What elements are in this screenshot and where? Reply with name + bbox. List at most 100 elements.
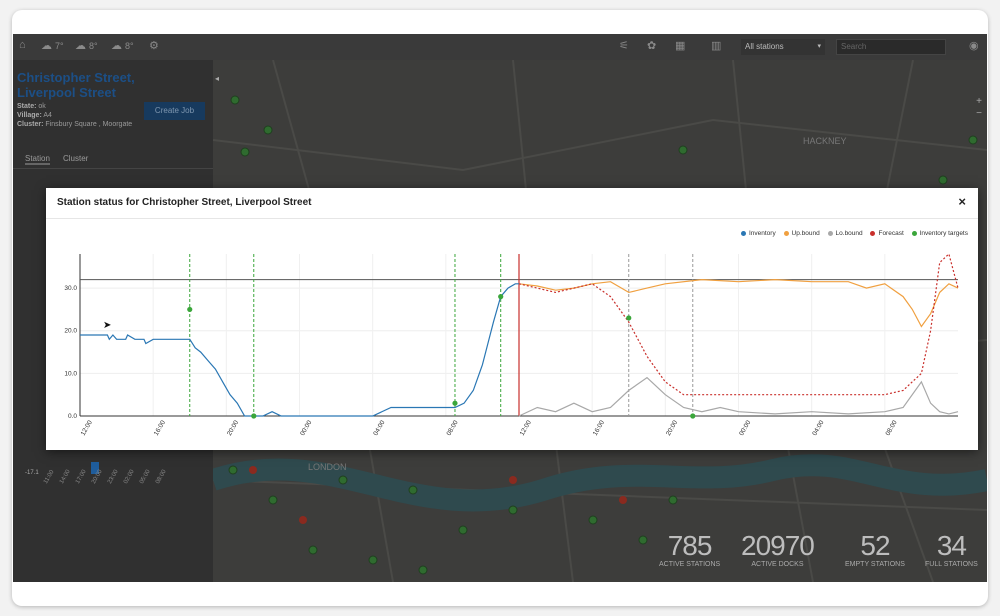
target-point	[187, 306, 193, 313]
stat-label: FULL STATIONS	[925, 561, 978, 568]
zoom-out-icon[interactable]: −	[973, 108, 985, 120]
legend-item[interactable]: Forecast	[870, 230, 904, 237]
legend-dot	[911, 230, 917, 236]
weather-temp: 8°	[125, 41, 134, 51]
home-icon[interactable]: ⌂	[19, 39, 26, 51]
chevron-down-icon: ▾	[817, 43, 821, 50]
zoom-in-icon[interactable]: +	[973, 96, 985, 108]
mini-chart-tick: 02:00	[123, 468, 136, 485]
stat-value: 20970	[741, 530, 815, 561]
cluster-value: Finsbury Square , Moorgate	[45, 121, 133, 128]
stat-value: 34	[936, 530, 967, 561]
stat-active-docks: 20970 ACTIVE DOCKS	[741, 530, 815, 569]
stat-value: 785	[667, 530, 713, 561]
stat-label: ACTIVE DOCKS	[751, 561, 804, 568]
mini-chart-tick: 17:00	[75, 468, 88, 485]
layers-icon[interactable]: ▥	[711, 39, 721, 52]
x-tick-label: 20:00	[226, 419, 240, 437]
map-label: LONDON	[308, 462, 347, 472]
x-tick-label: 16:00	[592, 419, 606, 437]
station-title: Christopher Street, Liverpool Street	[17, 70, 135, 100]
mini-chart-value: -17.1	[25, 470, 39, 476]
x-tick-label: 00:00	[299, 419, 313, 437]
station-select-value: All stations	[745, 42, 784, 51]
close-icon[interactable]: ×	[958, 194, 966, 209]
cloud-icon: ☁	[111, 40, 122, 52]
stat-label: ACTIVE STATIONS	[659, 561, 721, 568]
panel-tabs: Station Cluster	[13, 150, 213, 169]
x-tick-label: 12:00	[519, 419, 533, 437]
x-tick-label: 12:00	[80, 419, 94, 437]
modal-header: Station status for Christopher Street, L…	[46, 188, 978, 219]
legend-item[interactable]: Up.bound	[783, 230, 820, 237]
legend-label: Forecast	[878, 230, 904, 237]
mini-chart-tick: 05:00	[139, 468, 152, 485]
station-status-modal: Station status for Christopher Street, L…	[46, 188, 978, 450]
weather-temp: 8°	[89, 41, 98, 51]
y-tick-label: 20.0	[64, 328, 77, 335]
y-tick-label: 30.0	[64, 285, 77, 292]
x-tick-label: 04:00	[811, 419, 825, 437]
legend-label: Inventory	[748, 230, 776, 237]
top-bar: ⌂ ☁ 7° ☁ 8° ☁ 8° ⚙ ⚟ ✿ ▦ ▥ All stations …	[13, 34, 987, 60]
legend-dot	[740, 230, 746, 236]
legend-dot	[870, 230, 876, 236]
tab-station[interactable]: Station	[25, 154, 50, 165]
map-label: HACKNEY	[803, 136, 847, 146]
route-icon[interactable]: ⚟	[619, 39, 629, 52]
x-tick-label: 20:00	[665, 419, 679, 437]
x-tick-label: 16:00	[153, 419, 167, 437]
mini-chart-tick: 11:00	[43, 469, 56, 485]
bike-icon[interactable]: ✿	[647, 39, 656, 52]
legend-label: Lo.bound	[835, 230, 863, 237]
modal-title: Station status for Christopher Street, L…	[57, 197, 312, 208]
station-meta: State: ok Village: A4 Cluster: Finsbury …	[17, 102, 132, 129]
mini-chart-tick: 08:00	[155, 468, 168, 485]
station-select[interactable]: All stations ▾	[741, 39, 825, 55]
legend-item[interactable]: Lo.bound	[827, 230, 863, 237]
target-point	[498, 294, 504, 300]
x-tick-label: 08:00	[446, 419, 460, 437]
zoom-controls: + −	[973, 96, 985, 120]
legend-label: Inventory targets	[919, 230, 968, 237]
legend-dot	[827, 230, 833, 236]
x-tick-label: 08:00	[885, 419, 899, 437]
window-frame: ⌂ ☁ 7° ☁ 8° ☁ 8° ⚙ ⚟ ✿ ▦ ▥ All stations …	[12, 10, 988, 606]
legend-item[interactable]: Inventory	[740, 230, 776, 237]
mouse-cursor-icon: ➤	[103, 320, 112, 331]
user-icon[interactable]: ◉	[969, 39, 979, 52]
target-point	[251, 413, 257, 419]
state-value: ok	[38, 103, 46, 110]
legend-item[interactable]: Inventory targets	[911, 230, 968, 237]
mini-chart: -17.1 11:00 14:00 17:00 20:00 23:00 02:0…	[19, 440, 199, 510]
station-status-chart: 0.0 10.0 20.0 30.0 12:00 16:00 20:00 00:00 04:00…	[64, 252, 959, 437]
state-label: State:	[17, 103, 37, 110]
x-tick-label: 04:00	[372, 419, 386, 437]
stat-label: EMPTY STATIONS	[845, 561, 905, 568]
target-point	[690, 413, 696, 419]
chart-legend: Inventory Up.bound Lo.bound Forecast Inv…	[735, 230, 968, 237]
cloud-icon: ☁	[75, 40, 86, 52]
weather-temp: 7°	[55, 41, 64, 51]
tab-cluster[interactable]: Cluster	[63, 154, 88, 163]
truck-icon[interactable]: ▦	[675, 39, 685, 52]
y-tick-label: 10.0	[64, 370, 77, 377]
target-point	[452, 400, 458, 406]
mini-chart-tick: 14:00	[59, 468, 72, 485]
cloud-icon: ☁	[41, 40, 52, 52]
legend-dot	[783, 230, 789, 236]
village-label: Village:	[17, 112, 42, 119]
legend-label: Up.bound	[791, 230, 820, 237]
search-input[interactable]: Search	[836, 39, 946, 55]
stat-empty-stations: 52 EMPTY STATIONS	[845, 532, 905, 569]
collapse-panel-icon[interactable]: ◂	[215, 74, 225, 88]
x-tick-label: 00:00	[738, 419, 752, 437]
y-tick-label: 0.0	[68, 413, 77, 420]
village-value: A4	[43, 112, 52, 119]
stat-full-stations: 34 FULL STATIONS	[925, 532, 978, 569]
stat-active-stations: 785 ACTIVE STATIONS	[659, 532, 720, 569]
cluster-label: Cluster:	[17, 121, 44, 128]
target-point	[626, 315, 632, 321]
settings-icon[interactable]: ⚙	[149, 39, 159, 52]
create-job-button[interactable]: Create Job	[144, 102, 205, 120]
